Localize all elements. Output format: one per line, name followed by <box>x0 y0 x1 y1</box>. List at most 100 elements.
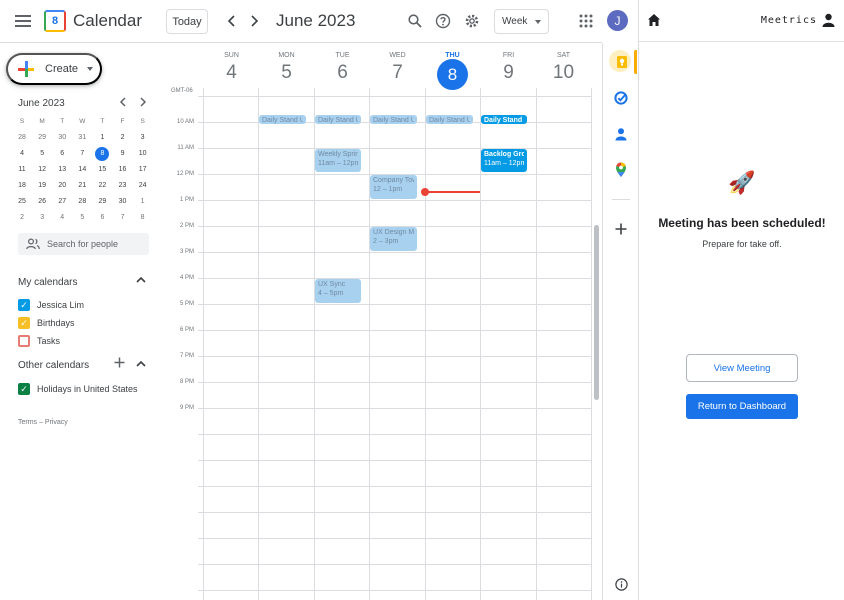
today-button[interactable]: Today <box>166 9 208 34</box>
checkbox-unchecked-icon[interactable] <box>18 335 30 347</box>
calendar-item[interactable]: ✓ Birthdays <box>18 317 75 329</box>
mini-calendar-day[interactable]: 7 <box>112 210 132 226</box>
mini-calendar-day[interactable]: 13 <box>52 162 72 178</box>
mini-calendar-day[interactable]: 5 <box>72 210 92 226</box>
mini-calendar-day[interactable]: 21 <box>72 178 92 194</box>
mini-calendar-day[interactable]: 11 <box>12 162 32 178</box>
menu-icon[interactable] <box>14 12 32 30</box>
mini-prev-month-button[interactable] <box>119 97 127 110</box>
day-number[interactable]: 6 <box>315 62 370 84</box>
view-select[interactable]: Week <box>494 9 549 34</box>
day-header[interactable]: FRI 9 <box>481 52 536 84</box>
mini-calendar-day[interactable]: 29 <box>92 194 112 210</box>
mini-calendar-day[interactable]: 17 <box>133 162 153 178</box>
people-search[interactable] <box>18 233 149 255</box>
day-number[interactable]: 5 <box>259 62 314 84</box>
mini-calendar-day[interactable]: 6 <box>52 146 72 162</box>
event-daily-standup-fri[interactable]: Daily Stand Up <box>481 115 527 124</box>
mini-calendar-day[interactable]: 3 <box>133 130 153 146</box>
mini-calendar-day[interactable]: 29 <box>32 130 52 146</box>
event-daily-standup-wed[interactable]: Daily Stand Up <box>370 115 417 124</box>
mini-calendar-day[interactable]: 31 <box>72 130 92 146</box>
event-backlog-grooming[interactable]: Backlog Grooming 11am – 12pm <box>481 149 527 172</box>
other-calendars-title[interactable]: Other calendars <box>18 360 89 371</box>
create-button[interactable]: Create <box>6 53 102 85</box>
mini-calendar-day[interactable]: 4 <box>52 210 72 226</box>
mini-calendar-day[interactable]: 6 <box>92 210 112 226</box>
grid-scrollbar[interactable] <box>594 225 599 400</box>
checkbox-checked-icon[interactable]: ✓ <box>18 383 30 395</box>
mini-calendar-day-selected[interactable]: 8 <box>92 146 112 162</box>
view-meeting-button[interactable]: View Meeting <box>686 354 798 382</box>
terms-privacy-links[interactable]: Terms – Privacy <box>18 419 68 426</box>
home-button[interactable] <box>647 13 661 32</box>
day-header[interactable]: MON 5 <box>259 52 314 84</box>
my-calendars-title[interactable]: My calendars <box>18 277 77 288</box>
mini-calendar-day[interactable]: 4 <box>12 146 32 162</box>
people-search-input[interactable] <box>47 239 147 249</box>
mini-calendar-day[interactable]: 10 <box>133 146 153 162</box>
day-number[interactable]: 4 <box>204 62 259 84</box>
mini-calendar-day[interactable]: 23 <box>112 178 132 194</box>
mini-calendar-day[interactable]: 14 <box>72 162 92 178</box>
day-number[interactable]: 7 <box>370 62 425 84</box>
mini-calendar-day[interactable]: 20 <box>52 178 72 194</box>
mini-calendar-day[interactable]: 7 <box>72 146 92 162</box>
event-ux-design[interactable]: UX Design Meeting 2 – 3pm <box>370 227 417 251</box>
maps-button[interactable] <box>613 162 629 178</box>
day-header-today[interactable]: THU 8 <box>425 52 480 90</box>
event-company-town-hall[interactable]: Company Town Hall 12 – 1pm <box>370 175 417 199</box>
tasks-button[interactable] <box>613 90 629 106</box>
event-daily-standup-tue[interactable]: Daily Stand Up <box>315 115 361 124</box>
mini-calendar-day[interactable]: 16 <box>112 162 132 178</box>
mini-next-month-button[interactable] <box>139 97 147 110</box>
mini-calendar-day[interactable]: 26 <box>32 194 52 210</box>
collapse-my-calendars-button[interactable] <box>136 276 146 287</box>
day-header[interactable]: TUE 6 <box>315 52 370 84</box>
mini-calendar-day[interactable]: 30 <box>52 130 72 146</box>
get-addons-button[interactable] <box>613 221 629 237</box>
mini-calendar-day[interactable]: 3 <box>32 210 52 226</box>
mini-calendar-day[interactable]: 9 <box>112 146 132 162</box>
mini-calendar-day[interactable]: 27 <box>52 194 72 210</box>
mini-calendar-day[interactable]: 22 <box>92 178 112 194</box>
mini-calendar-day[interactable]: 30 <box>112 194 132 210</box>
day-number[interactable]: 8 <box>437 59 468 90</box>
event-daily-standup-mon[interactable]: Daily Stand Up <box>259 115 306 124</box>
day-number[interactable]: 10 <box>536 62 591 84</box>
keep-button[interactable] <box>614 54 630 70</box>
return-to-dashboard-button[interactable]: Return to Dashboard <box>686 394 798 419</box>
info-button[interactable] <box>613 576 629 592</box>
day-header[interactable]: SUN 4 <box>204 52 259 84</box>
account-avatar[interactable]: J <box>607 10 628 31</box>
help-button[interactable] <box>433 11 453 31</box>
mini-calendar-day[interactable]: 24 <box>133 178 153 194</box>
collapse-other-calendars-button[interactable] <box>136 360 146 371</box>
mini-calendar-day[interactable]: 19 <box>32 178 52 194</box>
mini-calendar-day[interactable]: 2 <box>112 130 132 146</box>
add-other-calendar-button[interactable] <box>114 355 125 372</box>
calendar-item[interactable]: ✓ Holidays in United States <box>18 383 138 395</box>
settings-button[interactable] <box>462 11 482 31</box>
mini-calendar-day[interactable]: 18 <box>12 178 32 194</box>
mini-calendar-day[interactable]: 15 <box>92 162 112 178</box>
mini-calendar-day[interactable]: 8 <box>133 210 153 226</box>
checkbox-checked-icon[interactable]: ✓ <box>18 317 30 329</box>
search-button[interactable] <box>405 11 425 31</box>
calendar-item[interactable]: ✓ Jessica Lim <box>18 299 84 311</box>
mini-calendar-day[interactable]: 28 <box>72 194 92 210</box>
apps-button[interactable] <box>576 11 596 31</box>
contacts-button[interactable] <box>613 126 629 142</box>
profile-button[interactable] <box>822 13 835 32</box>
mini-calendar-day[interactable]: 25 <box>12 194 32 210</box>
prev-week-button[interactable] <box>223 12 241 30</box>
event-ux-sync[interactable]: UX Sync 4 – 5pm <box>315 279 361 303</box>
day-header[interactable]: WED 7 <box>370 52 425 84</box>
event-daily-standup-thu[interactable]: Daily Stand Up <box>426 115 473 124</box>
mini-calendar-day[interactable]: 28 <box>12 130 32 146</box>
mini-calendar-day[interactable]: 12 <box>32 162 52 178</box>
calendar-item[interactable]: Tasks <box>18 335 60 347</box>
mini-calendar-day[interactable]: 5 <box>32 146 52 162</box>
checkbox-checked-icon[interactable]: ✓ <box>18 299 30 311</box>
mini-calendar-day[interactable]: 2 <box>12 210 32 226</box>
